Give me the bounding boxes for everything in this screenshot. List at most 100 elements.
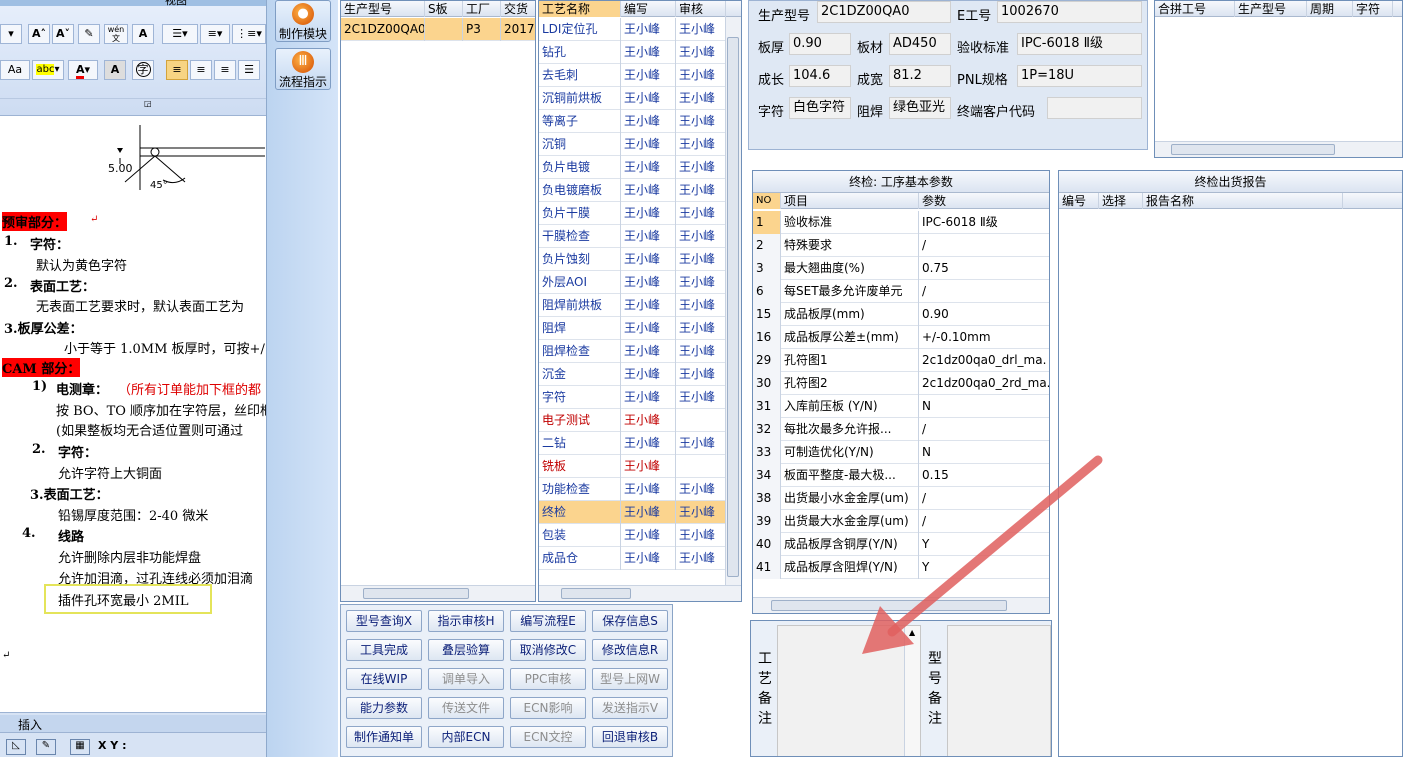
- flow-guide-button[interactable]: Ⅲ 流程指示: [275, 48, 331, 90]
- table-row[interactable]: 32 每批次最多允许报... /: [753, 418, 1049, 441]
- line-tool-icon[interactable]: ◺: [6, 739, 26, 755]
- action-button[interactable]: 修改信息R: [592, 639, 668, 661]
- action-button[interactable]: 型号查询X: [346, 610, 422, 632]
- col-header[interactable]: 工艺名称: [539, 1, 621, 17]
- clear-format-button[interactable]: ✎: [78, 24, 100, 44]
- action-button[interactable]: PPC审核: [510, 668, 586, 690]
- align-right-button[interactable]: ≡: [214, 60, 236, 80]
- table-row[interactable]: 等离子 王小峰 王小峰: [539, 110, 727, 133]
- col-header[interactable]: 生产型号: [341, 1, 425, 17]
- col-header[interactable]: 选择: [1099, 193, 1143, 209]
- shrink-font-button[interactable]: A˅: [52, 24, 74, 44]
- table-row[interactable]: 终检 王小峰 王小峰: [539, 501, 727, 524]
- col-header[interactable]: NO: [753, 193, 781, 209]
- numbering-button[interactable]: ≡▾: [200, 24, 230, 44]
- scroll-thumb[interactable]: [1171, 144, 1335, 155]
- table-row[interactable]: LDI定位孔 王小峰 王小峰: [539, 18, 727, 41]
- table-row[interactable]: 15 成品板厚(mm) 0.90: [753, 303, 1049, 326]
- align-left-button[interactable]: ≡: [166, 60, 188, 80]
- font-size-dropdown[interactable]: ▾: [0, 24, 22, 44]
- insert-button[interactable]: 插入: [18, 716, 42, 733]
- table-row[interactable]: 去毛刺 王小峰 王小峰: [539, 64, 727, 87]
- col-header[interactable]: 编写: [621, 1, 676, 17]
- action-button[interactable]: 制作通知单: [346, 726, 422, 748]
- table-row[interactable]: 2C1DZ00QA0 P3 2017: [341, 18, 535, 41]
- col-header[interactable]: 参数: [919, 193, 1049, 209]
- scroll-thumb[interactable]: [727, 37, 739, 577]
- col-header[interactable]: 合拼工号: [1155, 1, 1235, 17]
- table-row[interactable]: 1 验收标准 IPC-6018 Ⅱ级: [753, 211, 1049, 234]
- action-button[interactable]: 能力参数: [346, 697, 422, 719]
- grow-font-button[interactable]: A˄: [28, 24, 50, 44]
- action-button[interactable]: 叠层验算: [428, 639, 504, 661]
- col-header[interactable]: 审核: [676, 1, 726, 17]
- pencil-icon[interactable]: ✎: [36, 739, 56, 755]
- table-row[interactable]: 阻焊前烘板 王小峰 王小峰: [539, 294, 727, 317]
- table-row[interactable]: 字符 王小峰 王小峰: [539, 386, 727, 409]
- table-row[interactable]: 负电镀磨板 王小峰 王小峰: [539, 179, 727, 202]
- table-row[interactable]: 功能检查 王小峰 王小峰: [539, 478, 727, 501]
- bullets-button[interactable]: ☰▾: [162, 24, 198, 44]
- table-row[interactable]: 6 每SET最多允许废单元 /: [753, 280, 1049, 303]
- scroll-thumb[interactable]: [561, 588, 631, 599]
- table-row[interactable]: 二钻 王小峰 王小峰: [539, 432, 727, 455]
- phonetic-guide-button[interactable]: wén 文: [104, 24, 128, 44]
- font-color-button[interactable]: A▾: [68, 60, 98, 80]
- table-row[interactable]: 3 最大翘曲度(%) 0.75: [753, 257, 1049, 280]
- action-button[interactable]: 编写流程E: [510, 610, 586, 632]
- table-row[interactable]: 2 特殊要求 /: [753, 234, 1049, 257]
- table-row[interactable]: 铣板 王小峰: [539, 455, 727, 478]
- action-button[interactable]: 内部ECN: [428, 726, 504, 748]
- action-button[interactable]: 取消修改C: [510, 639, 586, 661]
- table-row[interactable]: 电子测试 王小峰: [539, 409, 727, 432]
- make-module-button[interactable]: ● 制作模块: [275, 0, 331, 42]
- grid-icon[interactable]: ▦: [70, 739, 90, 755]
- model-grid-hscroll[interactable]: [341, 585, 535, 601]
- col-header[interactable]: 项目: [781, 193, 919, 209]
- justify-button[interactable]: ☰: [238, 60, 260, 80]
- process-grid-hscroll[interactable]: [539, 585, 741, 601]
- char-border-button[interactable]: A: [132, 24, 154, 44]
- enclose-char-button[interactable]: 字: [132, 60, 154, 80]
- action-button[interactable]: ECN文控: [510, 726, 586, 748]
- table-row[interactable]: 负片蚀刻 王小峰 王小峰: [539, 248, 727, 271]
- table-row[interactable]: 钻孔 王小峰 王小峰: [539, 41, 727, 64]
- align-center-button[interactable]: ≡: [190, 60, 212, 80]
- table-row[interactable]: 30 孔符图2 2c1dz00qa0_2rd_ma.: [753, 372, 1049, 395]
- table-row[interactable]: 负片电镀 王小峰 王小峰: [539, 156, 727, 179]
- change-case-button[interactable]: Aa: [0, 60, 30, 80]
- col-header[interactable]: 周期: [1307, 1, 1353, 17]
- dialog-launcher-icon[interactable]: ◲: [144, 99, 152, 108]
- multilevel-list-button[interactable]: ⋮≡▾: [232, 24, 266, 44]
- scroll-thumb[interactable]: [363, 588, 469, 599]
- action-button[interactable]: 工具完成: [346, 639, 422, 661]
- action-button[interactable]: 在线WIP: [346, 668, 422, 690]
- table-row[interactable]: 16 成品板厚公差±(mm) +/-0.10mm: [753, 326, 1049, 349]
- action-button[interactable]: 发送指示V: [592, 697, 668, 719]
- table-row[interactable]: 阻焊 王小峰 王小峰: [539, 317, 727, 340]
- col-header[interactable]: 生产型号: [1235, 1, 1307, 17]
- col-header[interactable]: 报告名称: [1143, 193, 1343, 209]
- action-button[interactable]: 调单导入: [428, 668, 504, 690]
- table-row[interactable]: 沉金 王小峰 王小峰: [539, 363, 727, 386]
- table-row[interactable]: 沉铜 王小峰 王小峰: [539, 133, 727, 156]
- action-button[interactable]: 传送文件: [428, 697, 504, 719]
- action-button[interactable]: 保存信息S: [592, 610, 668, 632]
- table-row[interactable]: 沉铜前烘板 王小峰 王小峰: [539, 87, 727, 110]
- action-button[interactable]: 指示审核H: [428, 610, 504, 632]
- action-button[interactable]: 型号上网W: [592, 668, 668, 690]
- char-shading-button[interactable]: A: [104, 60, 126, 80]
- document-page[interactable]: 5.00 45° 预审部分： ↵ 1. 字符： 默认为黄色字符 2. 表面工艺： …: [0, 118, 266, 712]
- table-row[interactable]: 负片干膜 王小峰 王小峰: [539, 202, 727, 225]
- col-header[interactable]: S板: [425, 1, 463, 17]
- table-row[interactable]: 包装 王小峰 王小峰: [539, 524, 727, 547]
- col-header[interactable]: 交货: [501, 1, 535, 17]
- action-button[interactable]: 回退审核B: [592, 726, 668, 748]
- col-header[interactable]: 字符: [1353, 1, 1393, 17]
- col-header[interactable]: 编号: [1059, 193, 1099, 209]
- table-row[interactable]: 阻焊检查 王小峰 王小峰: [539, 340, 727, 363]
- col-header[interactable]: 工厂: [463, 1, 501, 17]
- action-button[interactable]: ECN影响: [510, 697, 586, 719]
- process-grid-vscroll[interactable]: [725, 17, 741, 587]
- table-row[interactable]: 31 入库前压板 (Y/N) N: [753, 395, 1049, 418]
